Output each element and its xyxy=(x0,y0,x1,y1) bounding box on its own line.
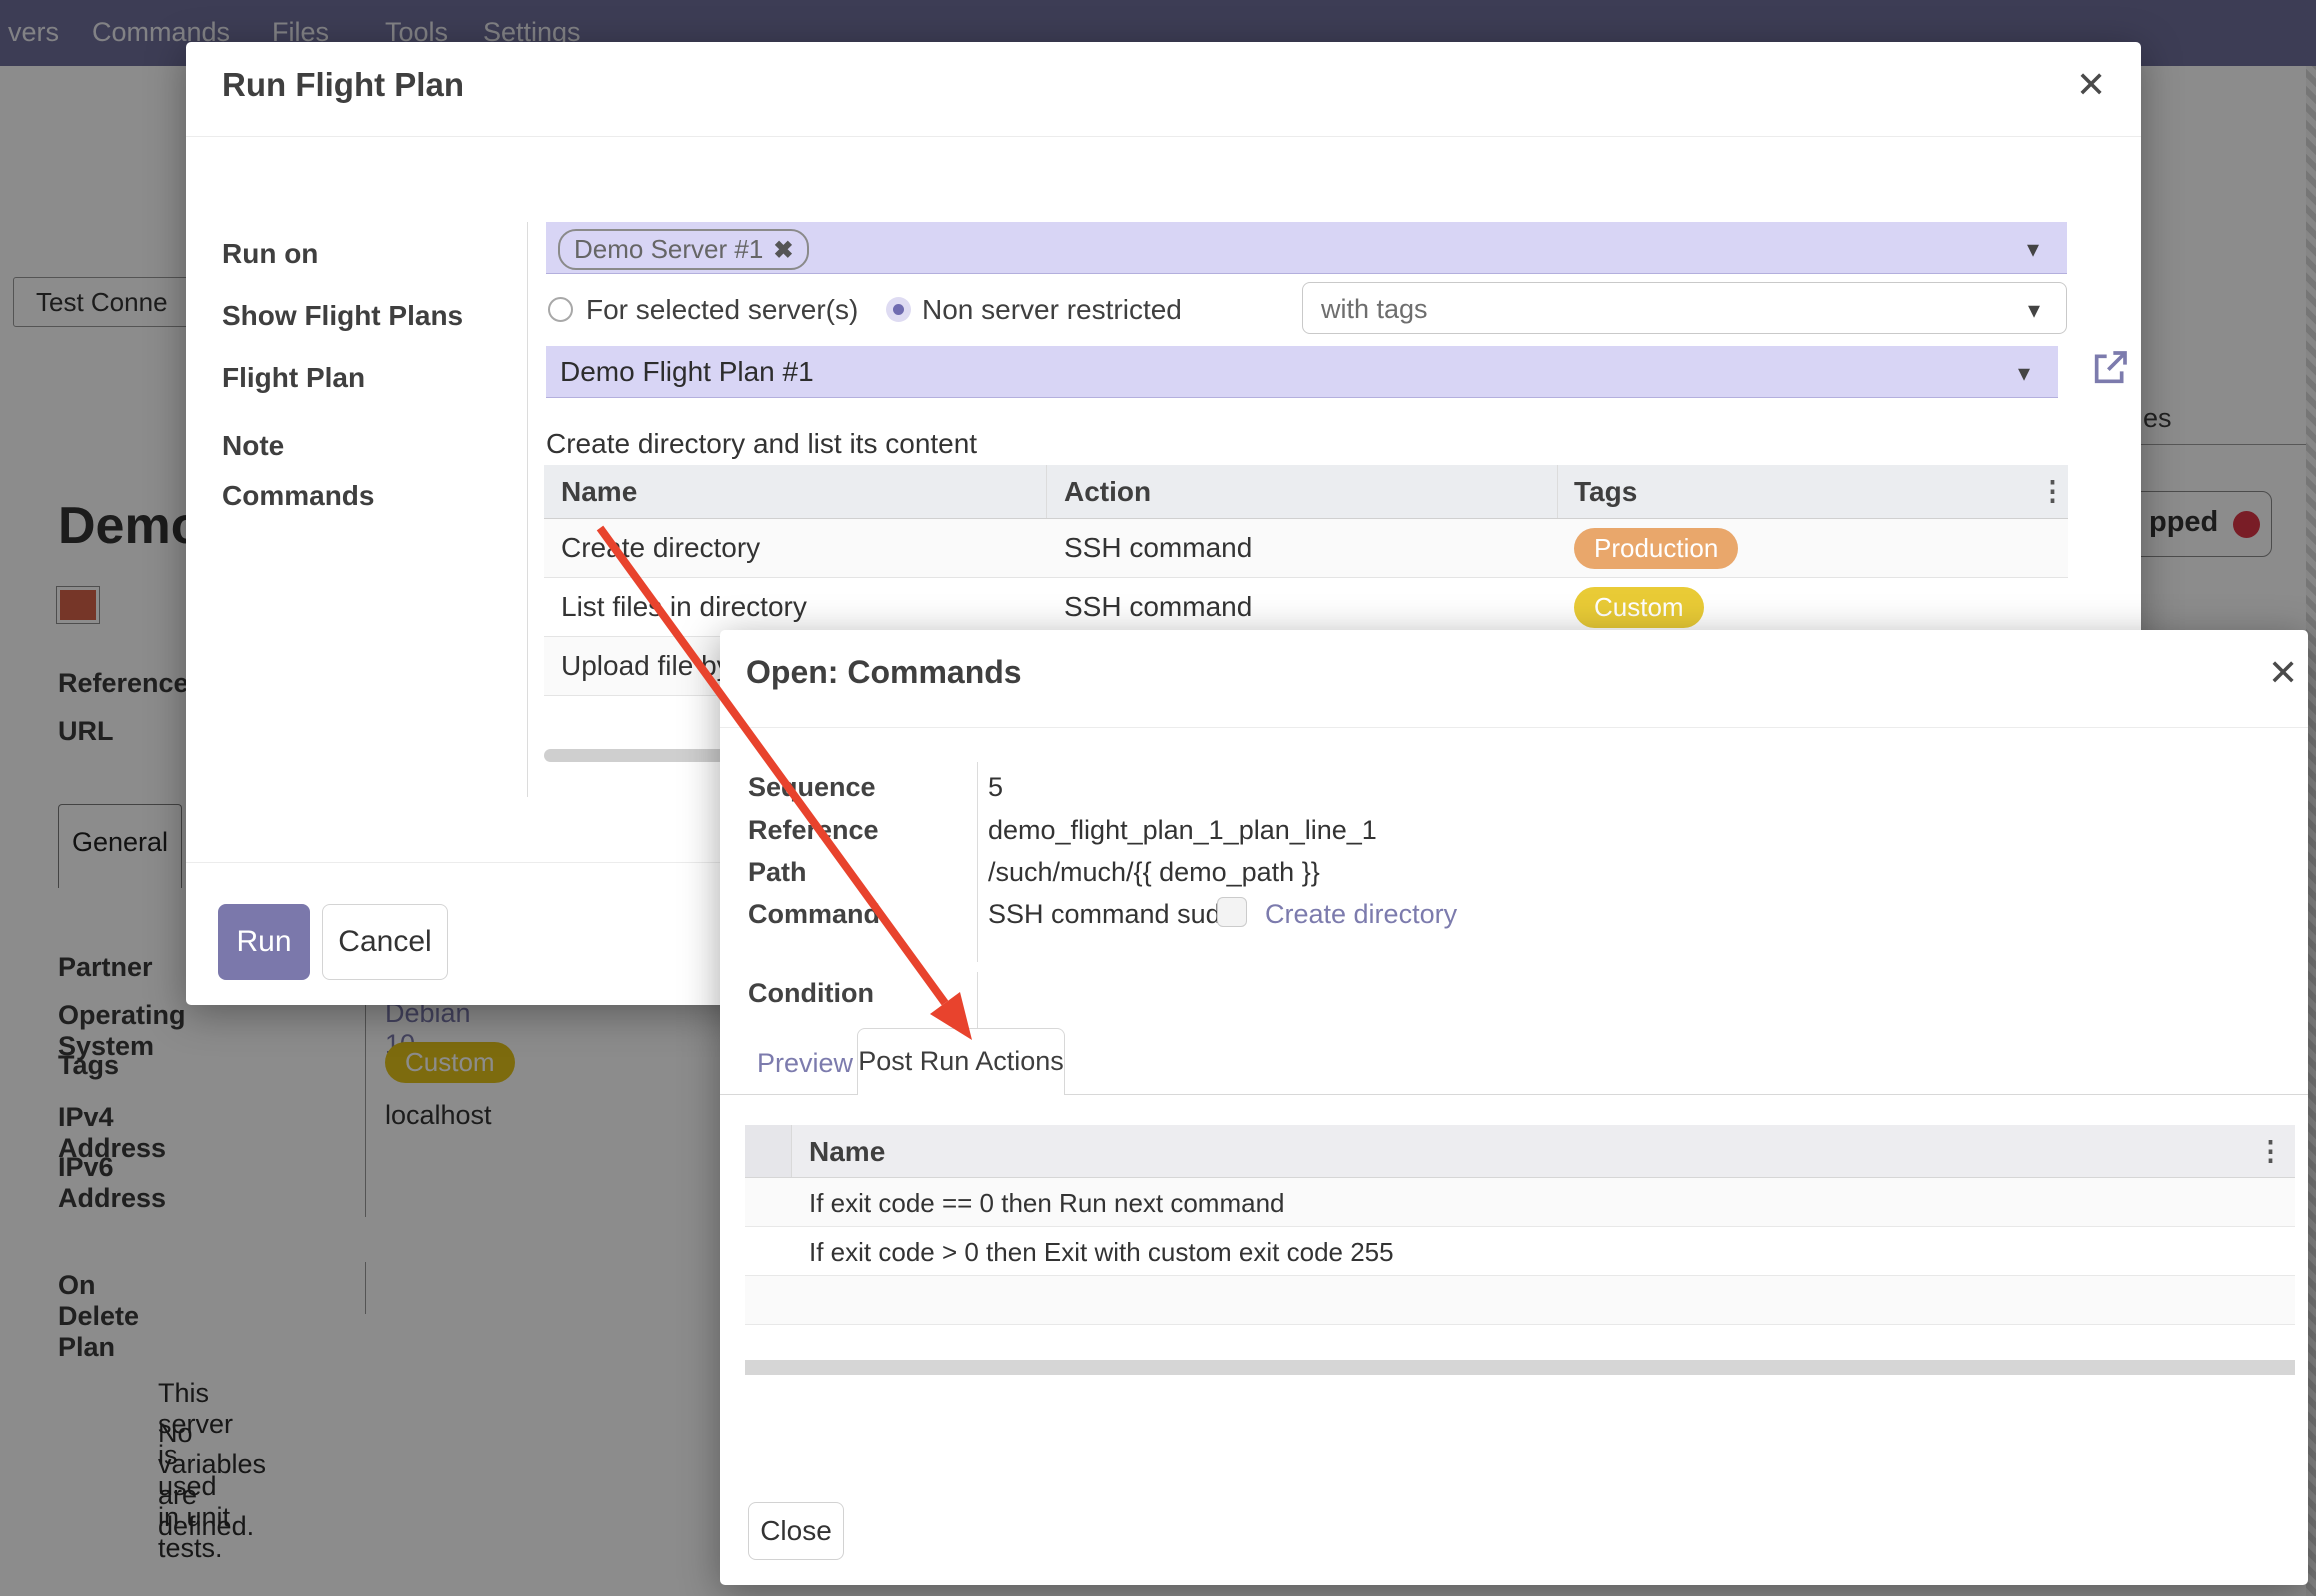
path-value: /such/much/{{ demo_path }} xyxy=(988,857,1320,888)
screen: vers Commands Files Tools Settings Test … xyxy=(0,0,2316,1596)
cell-name: If exit code == 0 then Run next command xyxy=(809,1188,1285,1219)
col-action[interactable]: Action xyxy=(1064,476,1151,508)
label-field-divider xyxy=(977,762,978,962)
commands-label: Commands xyxy=(222,480,374,512)
command-label: Command xyxy=(748,899,880,930)
table-row[interactable]: List files in directory SSH command Cust… xyxy=(544,578,2068,637)
chevron-down-icon[interactable]: ▾ xyxy=(2028,296,2040,325)
chevron-down-icon[interactable]: ▾ xyxy=(2018,359,2030,388)
flight-plan-label: Flight Plan xyxy=(222,362,365,394)
reference-value: demo_flight_plan_1_plan_line_1 xyxy=(988,815,1377,846)
with-tags-value: with tags xyxy=(1321,294,1428,325)
table-row[interactable]: If exit code == 0 then Run next command xyxy=(745,1178,2295,1227)
modal-title: Open: Commands xyxy=(746,654,1022,691)
cell-name: List files in directory xyxy=(561,591,807,623)
col-name[interactable]: Name xyxy=(809,1136,885,1168)
post-run-actions-table: Name ⋮ If exit code == 0 then Run next c… xyxy=(745,1125,2295,1325)
close-icon[interactable]: ✕ xyxy=(2268,652,2298,694)
path-label: Path xyxy=(748,857,807,888)
table-header-row: Name ⋮ xyxy=(745,1125,2295,1178)
close-icon[interactable]: ✕ xyxy=(2076,64,2106,106)
col-name[interactable]: Name xyxy=(561,476,637,508)
tab-post-run-actions[interactable]: Post Run Actions xyxy=(857,1028,1065,1095)
server-tag-token[interactable]: Demo Server #1 ✖ xyxy=(558,229,809,270)
radio-non-server-restricted[interactable] xyxy=(886,297,911,322)
table-row[interactable]: Create directory SSH command Production xyxy=(544,519,2068,578)
tab-preview[interactable]: Preview xyxy=(757,1048,853,1079)
column-options-icon[interactable]: ⋮ xyxy=(2257,1136,2284,1167)
header-divider xyxy=(186,136,2141,137)
cell-action: SSH command xyxy=(1064,532,1252,564)
reference-label: Reference xyxy=(748,815,879,846)
modal-title: Run Flight Plan xyxy=(222,66,464,104)
radio-non-server-restricted-label[interactable]: Non server restricted xyxy=(922,294,1182,326)
table-header-row: Name Action Tags ⋮ xyxy=(544,465,2068,519)
tag-custom: Custom xyxy=(1574,587,1704,628)
create-directory-link[interactable]: Create directory xyxy=(1265,899,1457,930)
cell-name: Create directory xyxy=(561,532,760,564)
horizontal-scrollbar[interactable] xyxy=(745,1360,2295,1375)
sequence-value: 5 xyxy=(988,772,1003,803)
radio-for-selected-servers-label[interactable]: For selected server(s) xyxy=(586,294,858,326)
command-value: SSH command sudo xyxy=(988,899,1236,930)
note-label: Note xyxy=(222,430,284,462)
sequence-label: Sequence xyxy=(748,772,876,803)
radio-for-selected-servers[interactable] xyxy=(548,297,573,322)
cancel-button[interactable]: Cancel xyxy=(322,904,448,980)
cell-name: If exit code > 0 then Exit with custom e… xyxy=(809,1237,1394,1268)
close-button[interactable]: Close xyxy=(748,1502,844,1560)
flight-plan-select[interactable]: Demo Flight Plan #1 ▾ xyxy=(546,346,2058,398)
col-tags[interactable]: Tags xyxy=(1574,476,1637,508)
cell-action: SSH command xyxy=(1064,591,1252,623)
tag-remove-icon[interactable]: ✖ xyxy=(773,237,793,264)
condition-label: Condition xyxy=(748,978,874,1009)
note-value: Create directory and list its content xyxy=(546,428,977,460)
tag-production: Production xyxy=(1574,528,1738,569)
table-row-empty xyxy=(745,1276,2295,1325)
label-field-divider xyxy=(527,222,528,797)
external-link-icon[interactable] xyxy=(2090,348,2130,388)
show-flight-plans-label: Show Flight Plans xyxy=(222,300,463,332)
flight-plan-value: Demo Flight Plan #1 xyxy=(560,356,814,388)
chevron-down-icon[interactable]: ▾ xyxy=(2027,235,2039,264)
run-on-field[interactable]: Demo Server #1 ✖ ▾ xyxy=(546,222,2067,274)
run-button[interactable]: Run xyxy=(218,904,310,980)
select-column xyxy=(745,1125,792,1177)
sudo-checkbox[interactable] xyxy=(1217,897,1247,927)
with-tags-select[interactable]: with tags ▾ xyxy=(1302,282,2067,334)
header-divider xyxy=(720,727,2308,728)
server-tag-label: Demo Server #1 xyxy=(574,234,763,264)
open-commands-modal: Open: Commands ✕ Sequence Reference Path… xyxy=(720,630,2308,1585)
cell-name: Upload file by xyxy=(561,650,731,682)
column-options-icon[interactable]: ⋮ xyxy=(2039,476,2066,507)
run-on-label: Run on xyxy=(222,238,318,270)
table-row[interactable]: If exit code > 0 then Exit with custom e… xyxy=(745,1227,2295,1276)
